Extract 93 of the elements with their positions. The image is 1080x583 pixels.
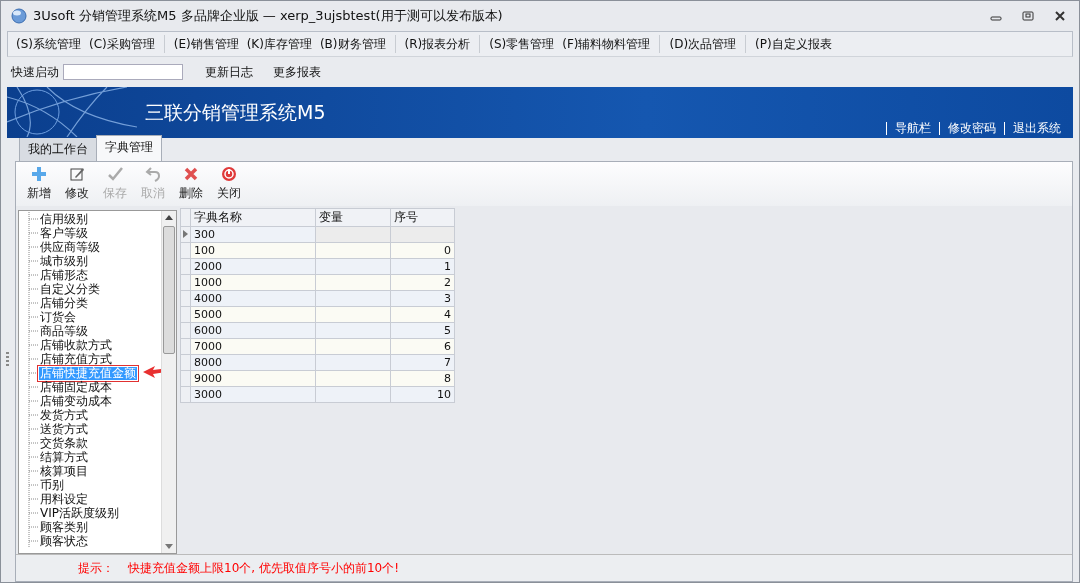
tree-item[interactable]: 供应商等级 <box>39 240 101 254</box>
scroll-up-icon <box>165 215 173 220</box>
menu-item[interactable]: (E)销售管理 <box>169 35 243 53</box>
tree-connector <box>25 282 39 296</box>
tree-connector <box>25 408 39 422</box>
tree-item[interactable]: 结算方式 <box>39 450 89 464</box>
tree-item[interactable]: 店铺变动成本 <box>39 394 113 408</box>
tab[interactable]: 我的工作台 <box>19 137 97 161</box>
column-header[interactable]: 字典名称 <box>190 208 316 227</box>
menu-item[interactable]: (S)零售管理 <box>485 35 559 53</box>
undo-icon <box>145 166 161 182</box>
column-header[interactable]: 变量 <box>315 208 391 227</box>
menu-item[interactable]: (D)次品管理 <box>665 35 741 53</box>
tree-connector <box>25 520 39 534</box>
hint-text: 快捷充值金额上限10个, 优先取值序号小的前10个! <box>128 559 399 577</box>
tree-item[interactable]: 顾客状态 <box>39 534 89 548</box>
menu-item[interactable]: (S)系统管理 <box>12 35 85 53</box>
close-icon <box>1054 11 1066 21</box>
tree-connector <box>25 296 39 310</box>
tree-item[interactable]: 送货方式 <box>39 422 89 436</box>
tree-connector <box>25 240 39 254</box>
toolbar-button[interactable]: 删除 <box>172 166 210 202</box>
restore-icon <box>1022 11 1034 21</box>
tree-item[interactable]: 交货条款 <box>39 436 89 450</box>
scroll-thumb[interactable] <box>163 226 175 354</box>
power-icon <box>221 166 237 182</box>
tree-item[interactable]: 店铺充值方式 <box>39 352 113 366</box>
tree-connector <box>25 436 39 450</box>
hint-label: 提示： <box>78 559 114 577</box>
tree-item[interactable]: VIP活跃度级别 <box>39 506 120 520</box>
plus-icon <box>31 166 47 182</box>
tree-connector <box>25 338 39 352</box>
tree-connector <box>25 380 39 394</box>
banner-title: 三联分销管理系统M5 <box>145 99 326 125</box>
tree-connector <box>25 492 39 506</box>
row-header[interactable] <box>180 226 191 243</box>
tree-item[interactable]: 顾客类别 <box>39 520 89 534</box>
tree-connector <box>25 422 39 436</box>
tree-connector <box>25 268 39 282</box>
scrollbar[interactable] <box>161 211 176 553</box>
globe-icon <box>11 8 27 24</box>
tree-item[interactable]: 客户等级 <box>39 226 89 240</box>
tree-item[interactable]: 订货会 <box>39 310 77 324</box>
tree-item[interactable]: 店铺收款方式 <box>39 338 113 352</box>
menu-item[interactable]: (F)辅料物料管理 <box>558 35 655 53</box>
tree-connector <box>25 212 39 226</box>
tree-connector <box>25 366 39 380</box>
tree-item[interactable]: 核算项目 <box>39 464 89 478</box>
tree-connector <box>25 450 39 464</box>
tree-item[interactable]: 发货方式 <box>39 408 89 422</box>
tree-item[interactable]: 店铺固定成本 <box>39 380 113 394</box>
menu-item[interactable]: (P)自定义报表 <box>751 35 836 53</box>
tree-connector <box>25 324 39 338</box>
tree-connector <box>25 464 39 478</box>
menu-item[interactable]: (B)财务管理 <box>315 35 390 53</box>
tree-connector <box>25 226 39 240</box>
column-header[interactable]: 序号 <box>390 208 455 227</box>
toolbar-button[interactable]: 修改 <box>58 166 96 202</box>
tree-connector <box>25 534 39 548</box>
menu-item[interactable]: (R)报表分析 <box>400 35 475 53</box>
tree-item[interactable]: 店铺分类 <box>39 296 89 310</box>
tree-connector <box>25 506 39 520</box>
tree-item[interactable]: 自定义分类 <box>39 282 101 296</box>
tree-connector <box>25 394 39 408</box>
toolbar-link[interactable]: 更新日志 <box>197 63 261 81</box>
toolbar-link[interactable]: 更多报表 <box>265 63 329 81</box>
header-link[interactable]: 退出系统 <box>1004 122 1069 135</box>
menu-item[interactable]: (K)库存管理 <box>242 35 316 53</box>
tree-item[interactable]: 城市级别 <box>39 254 89 268</box>
menu-item[interactable]: (C)采购管理 <box>85 35 159 53</box>
tree-connector <box>25 352 39 366</box>
quick-launch-field[interactable] <box>63 64 183 80</box>
tree-item[interactable]: 用料设定 <box>39 492 89 506</box>
tree-item[interactable]: 店铺形态 <box>39 268 89 282</box>
header-link[interactable]: 修改密码 <box>939 122 1004 135</box>
header-link[interactable]: 导航栏 <box>886 122 939 135</box>
splitter-grip-icon <box>6 352 9 366</box>
scroll-down-icon <box>165 544 173 549</box>
tree-item[interactable]: 币别 <box>39 478 65 492</box>
window-title: 3Usoft 分销管理系统M5 多品牌企业版 — xerp_3ujsbtest(用于测可以发布版本) <box>33 7 503 25</box>
tab[interactable]: 字典管理 <box>96 135 162 161</box>
tree-item[interactable]: 商品等级 <box>39 324 89 338</box>
tree-connector <box>25 478 39 492</box>
quick-launch-label: 快速启动 <box>11 63 59 81</box>
tree-connector <box>25 310 39 324</box>
toolbar-button[interactable]: 新增 <box>20 166 58 202</box>
delete-icon <box>183 166 199 182</box>
check-icon <box>107 166 123 182</box>
tree-item[interactable]: 信用级别 <box>39 212 89 226</box>
tree-connector <box>25 254 39 268</box>
current-row-icon <box>183 230 188 238</box>
toolbar-button[interactable]: 关闭 <box>210 166 248 202</box>
edit-icon <box>69 166 85 182</box>
